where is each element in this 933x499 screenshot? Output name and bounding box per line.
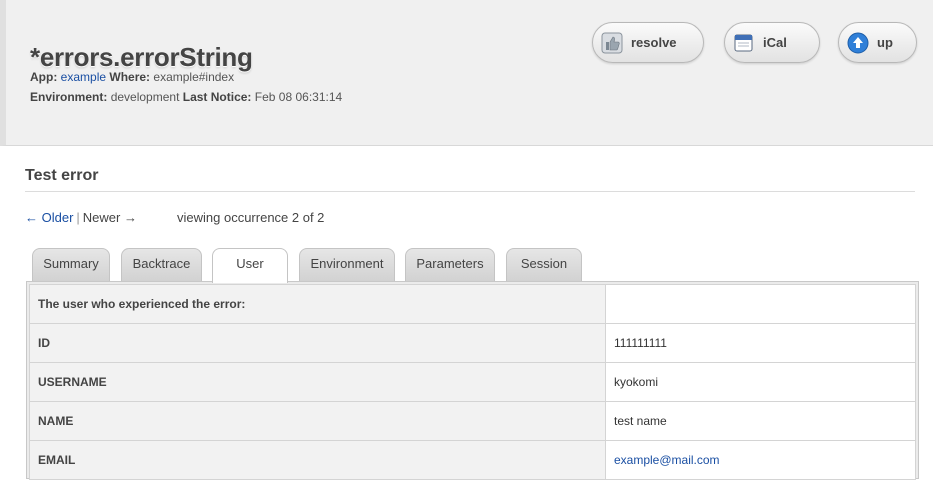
table-row: NAME test name <box>29 401 916 441</box>
last-notice-label: Last Notice: <box>182 90 252 104</box>
tab-label: Session <box>520 255 568 271</box>
older-link[interactable]: ← Older <box>25 210 73 225</box>
user-table: The user who experienced the error: ID 1… <box>29 284 916 480</box>
table-heading-value <box>605 284 916 324</box>
table-header-row: The user who experienced the error: <box>29 284 916 324</box>
tab-environment[interactable]: Environment <box>299 248 395 281</box>
pager-separator: | <box>76 210 80 225</box>
resolve-button-label: resolve <box>631 35 677 50</box>
row-label: EMAIL <box>29 440 606 480</box>
tab-parameters[interactable]: Parameters <box>405 248 495 281</box>
ical-button[interactable]: iCal <box>724 22 820 63</box>
page-header: *errors.errorString App: example Where: … <box>0 0 933 146</box>
tab-label: Parameters <box>416 255 484 271</box>
email-link[interactable]: example@mail.com <box>614 453 720 467</box>
row-value: 111111111 <box>605 323 916 363</box>
environment-label: Environment: <box>30 90 108 104</box>
calendar-icon <box>733 32 755 54</box>
section-title: Test error <box>25 167 99 184</box>
row-label: USERNAME <box>29 362 606 402</box>
tab-backtrace[interactable]: Backtrace <box>121 248 202 281</box>
arrow-up-icon <box>847 32 869 54</box>
table-row: ID 111111111 <box>29 323 916 363</box>
tab-user[interactable]: User <box>212 248 288 283</box>
row-value: test name <box>605 401 916 441</box>
where-value: example#index <box>153 70 235 84</box>
tab-label: User <box>236 255 264 271</box>
thumbs-up-icon <box>601 32 623 54</box>
up-button[interactable]: up <box>838 22 917 63</box>
tab-session[interactable]: Session <box>506 248 582 281</box>
up-button-label: up <box>877 35 893 50</box>
error-title: *errors.errorString <box>30 42 253 72</box>
table-row: USERNAME kyokomi <box>29 362 916 402</box>
row-value: kyokomi <box>605 362 916 402</box>
environment-meta: Environment: development Last Notice: Fe… <box>30 90 342 104</box>
ical-button-label: iCal <box>763 35 787 50</box>
resolve-button[interactable]: resolve <box>592 22 704 63</box>
app-label: App: <box>30 70 58 84</box>
occurrence-pager: ← Older | Newer → <box>25 210 137 225</box>
table-row: EMAIL example@mail.com <box>29 440 916 480</box>
environment-value: development <box>110 90 180 104</box>
newer-link: Newer → <box>82 210 137 225</box>
where-label: Where: <box>109 70 151 84</box>
row-label: ID <box>29 323 606 363</box>
user-panel: The user who experienced the error: ID 1… <box>26 281 919 480</box>
app-meta: App: example Where: example#index <box>30 70 234 84</box>
row-label: NAME <box>29 401 606 441</box>
tab-label: Environment <box>310 255 384 271</box>
tab-label: Backtrace <box>132 255 191 271</box>
table-heading: The user who experienced the error: <box>29 284 606 324</box>
app-link[interactable]: example <box>61 70 106 84</box>
last-notice-value: Feb 08 06:31:14 <box>254 90 343 104</box>
divider <box>25 191 915 192</box>
tab-summary[interactable]: Summary <box>32 248 110 281</box>
row-value-cell: example@mail.com <box>605 440 916 480</box>
tab-label: Summary <box>43 255 99 271</box>
occurrence-status: viewing occurrence 2 of 2 <box>177 210 325 225</box>
